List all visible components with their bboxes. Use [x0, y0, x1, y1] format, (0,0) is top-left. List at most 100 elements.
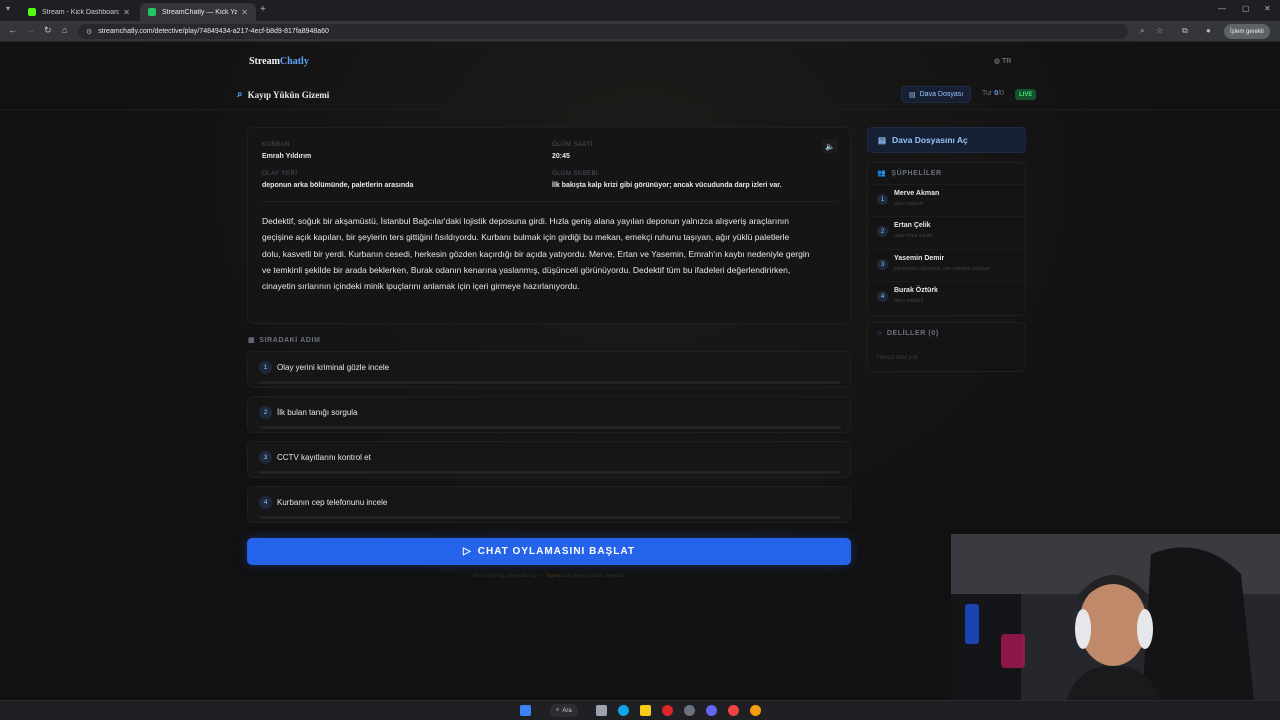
case-title: ⌕ Kayıp Yükün Gizemi [237, 89, 329, 100]
step-number: 2 [259, 406, 272, 419]
next-step-label: SIRADAKİ ADIM [259, 336, 321, 344]
suspect-role: rakip firma sahibi [894, 233, 932, 239]
language-selector[interactable]: ◍ TR [994, 57, 1011, 65]
location-label: OLAY YERİ [262, 171, 298, 177]
case-story: Dedektif, soğuk bir akşamüstü, İstanbul … [262, 216, 810, 292]
next-step-heading: ▦ SIRADAKİ ADIM [248, 336, 321, 345]
live-badge: LIVE [1015, 89, 1037, 100]
windows-taskbar: ⌕ Ara [0, 700, 1280, 720]
step-option[interactable]: 1 Olay yerini kriminal gözle incele [247, 351, 851, 388]
speaker-icon[interactable]: 🔈 [822, 139, 838, 153]
suspect-name: Merve Akman [894, 190, 940, 197]
suspects-heading: 👥 ŞÜPHELİLER [877, 169, 942, 178]
extensions-icon[interactable]: ⧉ [1182, 26, 1188, 36]
vote-button-label: CHAT OYLAMASINI BAŞLAT [477, 546, 635, 557]
evidence-title: DELİLLER (0) [886, 330, 939, 337]
time-label: ÖLÜM SAATİ [552, 142, 593, 148]
home-icon[interactable]: ⌂ [62, 25, 67, 35]
profile-action-pill[interactable]: İşlem gerekli [1224, 24, 1270, 39]
suspect-item[interactable]: 3 Yasemin Demir yüksekokul öğrencisi, ya… [868, 249, 1025, 280]
evidence-circle-icon: ○ [877, 330, 882, 337]
start-chat-vote-button[interactable]: ▷ CHAT OYLAMASINI BAŞLAT [247, 538, 851, 565]
dossier-button[interactable]: ▤ Dava Dosyası [901, 86, 972, 103]
webcam-overlay [951, 534, 1280, 720]
cause-value: İlk bakışta kalp krizi gibi görünüyor; a… [552, 182, 782, 189]
step-label: Kurbanın cep telefonunu incele [277, 498, 388, 507]
url-text: streamchatly.com/detective/play/74849434… [98, 28, 329, 35]
step-number: 4 [259, 496, 272, 509]
app-icon[interactable] [728, 705, 739, 716]
back-icon[interactable]: ← [8, 25, 17, 35]
browser-tab-streamchatly[interactable]: StreamChatly — Kick Yayıncıla ✕ [140, 3, 256, 21]
step-number: 1 [259, 361, 272, 374]
step-vote-bar [259, 516, 841, 519]
no-evidence-text: Henüz delil yok [877, 355, 918, 361]
url-input[interactable]: ⚙ streamchatly.com/detective/play/748494… [78, 24, 1128, 39]
step-vote-bar [259, 471, 841, 474]
step-option[interactable]: 3 CCTV kayıtlarını kontrol et [247, 441, 851, 478]
step-option[interactable]: 2 İlk bulan tanığı sorgula [247, 396, 851, 433]
location-value: deponun arka bölümünde, paletlerin arası… [262, 182, 414, 189]
maximize-icon[interactable]: ▢ [1242, 4, 1250, 13]
settings-icon[interactable] [684, 705, 695, 716]
suspect-item[interactable]: 2 Ertan Çelik rakip firma sahibi [868, 216, 1025, 247]
browser-tab-kick-dashboard[interactable]: Stream - Kick Dashboard ✕ [20, 3, 138, 21]
document-icon: ▤ [878, 134, 887, 145]
webcam-image [951, 534, 1280, 720]
suspect-number: 1 [877, 194, 888, 205]
step-vote-bar [259, 426, 841, 429]
new-tab-icon[interactable]: + [260, 4, 266, 15]
evidence-heading: ○ DELİLLER (0) [877, 330, 939, 337]
open-dossier-button[interactable]: ▤ Dava Dosyasını Aç [867, 127, 1026, 153]
step-vote-bar [259, 381, 841, 384]
logo-part-1: Stream [249, 56, 280, 67]
windows-start-icon[interactable] [520, 705, 531, 716]
site-info-icon[interactable]: ⚙ [86, 28, 92, 36]
case-title-text: Kayıp Yükün Gizemi [247, 89, 330, 100]
hint-highlight: Yayıncı [545, 573, 564, 579]
close-tab-icon[interactable]: ✕ [241, 8, 248, 17]
chrome-icon[interactable] [750, 705, 761, 716]
turn-label: Tur [982, 90, 993, 97]
suspect-item[interactable]: 4 Burak Öztürk depo müdürü [868, 281, 1025, 312]
kick-favicon-icon [28, 8, 36, 16]
suspect-item[interactable]: 1 Merve Akman depo çalışanı [868, 184, 1025, 215]
list-icon: ▦ [248, 337, 256, 344]
cause-label: ÖLÜM SEBEBİ [552, 171, 599, 177]
close-window-icon[interactable]: ✕ [1264, 4, 1271, 13]
turn-counter: Tur 0/0 [982, 90, 1004, 97]
tab-list-icon[interactable]: ▾ [6, 4, 10, 13]
hint-suffix: tek başına karar verebilir [563, 573, 625, 579]
taskbar-search[interactable]: ⌕ Ara [550, 704, 578, 717]
suspect-name: Yasemin Demir [894, 255, 945, 262]
minimize-icon[interactable]: — [1218, 4, 1226, 13]
reload-icon[interactable]: ↻ [44, 25, 52, 36]
step-label: İlk bulan tanığı sorgula [277, 408, 358, 417]
suspect-name: Burak Öztürk [894, 287, 938, 294]
step-number: 3 [259, 451, 272, 464]
time-value: 20:45 [552, 153, 570, 160]
profile-avatar-icon[interactable]: ● [1206, 26, 1211, 35]
edge-icon[interactable] [618, 705, 629, 716]
suspect-role: depo müdürü [894, 298, 924, 304]
task-view-icon[interactable] [596, 705, 607, 716]
zoom-icon[interactable]: ⌕ [1140, 26, 1144, 36]
document-icon: ▤ [909, 91, 916, 99]
bookmark-star-icon[interactable]: ☆ [1156, 26, 1163, 35]
streamchatly-logo[interactable]: StreamChatly [249, 56, 309, 67]
hint-prefix: Her seçeneği izleyiciler oy — [473, 573, 546, 579]
tab-title: Stream - Kick Dashboard [42, 8, 120, 16]
discord-icon[interactable] [706, 705, 717, 716]
streamchatly-favicon-icon [148, 8, 156, 16]
close-tab-icon[interactable]: ✕ [123, 8, 130, 17]
opera-icon[interactable] [662, 705, 673, 716]
search-icon: ⌕ [556, 707, 560, 713]
language-label: TR [1001, 58, 1012, 65]
step-option[interactable]: 4 Kurbanın cep telefonunu incele [247, 486, 851, 523]
logo-part-2: Chatly [279, 56, 309, 67]
tab-title: StreamChatly — Kick Yayıncıla [162, 8, 238, 16]
forward-icon[interactable]: → [26, 25, 35, 35]
suspect-number: 4 [877, 291, 888, 302]
file-explorer-icon[interactable] [640, 705, 651, 716]
suspect-name: Ertan Çelik [894, 222, 931, 229]
